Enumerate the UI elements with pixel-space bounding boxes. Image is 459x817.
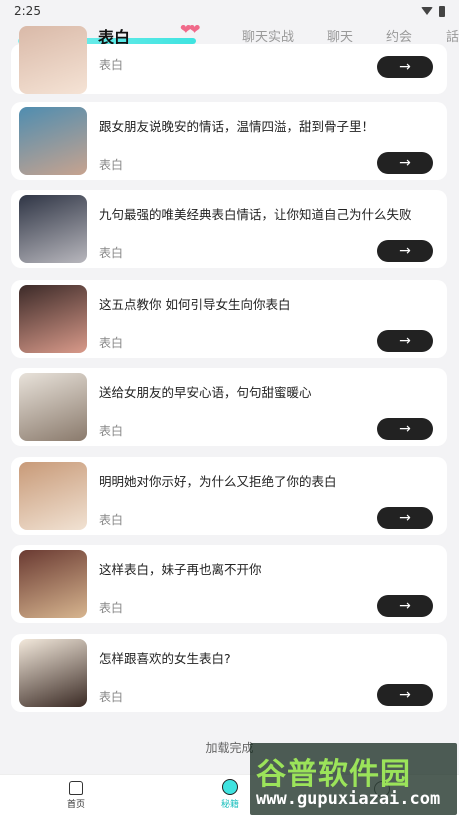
battery-icon [439,5,445,17]
lightbulb-icon [222,779,238,795]
tab-chat-practice[interactable]: 聊天实战 [242,26,294,45]
home-icon [69,781,83,795]
go-button[interactable]: → [377,330,433,352]
list-item[interactable]: 怎样跟喜欢的女生表白? 表白 → [11,634,447,712]
article-tag: 表白 [99,158,124,172]
article-tag: 表白 [99,336,124,350]
list-item[interactable]: 明明她对你示好，为什么又拒绝了你的表白 表白 → [11,457,447,535]
tab-chat[interactable]: 聊天 [327,26,353,45]
tab-more[interactable]: 話 [446,26,459,45]
article-title: 怎样跟喜欢的女生表白? [99,651,231,666]
article-thumbnail [19,462,87,530]
go-button[interactable]: → [377,56,433,78]
list-item[interactable]: 送给女朋友的早安心语，句句甜蜜暖心 表白 → [11,368,447,446]
article-title: 跟女朋友说晚安的情话，温情四溢，甜到骨子里！ [99,119,375,134]
article-title: 明明她对你示好，为什么又拒绝了你的表白 [99,474,337,489]
article-title: 九句最强的唯美经典表白情话，让你知道自己为什么失败 [99,207,412,222]
article-tag: 表白 [99,246,124,260]
nav-home[interactable]: 首页 [46,779,106,810]
article-thumbnail [19,550,87,618]
go-button[interactable]: → [377,152,433,174]
status-time: 2:25 [14,4,41,18]
go-button[interactable]: → [377,507,433,529]
article-thumbnail [19,639,87,707]
watermark-url: www.gupuxiazai.com [256,789,441,809]
list-item[interactable]: 这五点教你 如何引导女生向你表白 表白 → [11,280,447,358]
go-button[interactable]: → [377,595,433,617]
go-button[interactable]: → [377,684,433,706]
list-item[interactable]: 跟女朋友说晚安的情话，温情四溢，甜到骨子里！ 表白 → [11,102,447,180]
hearts-icon: ❤❤ [180,22,201,38]
status-icons [421,5,445,17]
article-thumbnail [19,373,87,441]
article-tag: 表白 [99,690,124,704]
article-title: 这样表白，妹子再也离不开你 [99,562,262,577]
article-title: 这五点教你 如何引导女生向你表白 [99,297,291,312]
article-thumbnail [19,107,87,175]
list-item[interactable]: 表白 → [11,26,447,94]
article-tag: 表白 [99,58,124,72]
article-tag: 表白 [99,601,124,615]
article-thumbnail [19,285,87,353]
article-thumbnail [19,195,87,263]
list-item[interactable]: 九句最强的唯美经典表白情话，让你知道自己为什么失败 表白 → [11,190,447,268]
nav-home-label: 首页 [66,800,85,810]
list-item[interactable]: 这样表白，妹子再也离不开你 表白 → [11,545,447,623]
article-tag: 表白 [99,513,124,527]
tab-dating[interactable]: 约会 [386,26,412,45]
article-tag: 表白 [99,424,124,438]
article-thumbnail [19,26,87,94]
watermark-logo: 谷普软件园 www.gupuxiazai.com [250,743,457,815]
wifi-icon [421,7,433,15]
go-button[interactable]: → [377,418,433,440]
watermark-title: 谷普软件园 [256,757,411,792]
status-bar: 2:25 [0,0,459,22]
go-button[interactable]: → [377,240,433,262]
article-title: 送给女朋友的早安心语，句句甜蜜暖心 [99,385,312,400]
